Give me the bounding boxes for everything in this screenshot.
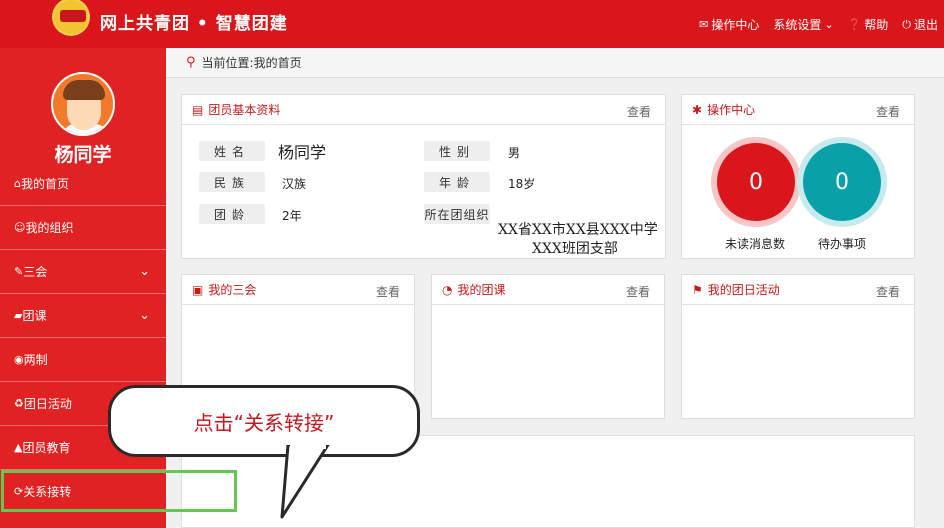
app-title: 网上共青团 • 智慧团建 [100, 14, 288, 34]
name-label: 姓名 [199, 141, 265, 161]
league-logo [52, 0, 90, 36]
chevron-down-icon: ⌄ [824, 18, 834, 31]
calendar-icon: ▣ [192, 282, 204, 297]
org-value-line1: XX省XX市XX县XXX中学 [498, 222, 658, 238]
header-settings[interactable]: 系统设置 ⌄ [773, 16, 833, 33]
question-icon: ❓ [847, 18, 862, 31]
ethnicity-label: 民族 [199, 172, 265, 192]
profile-panel-header: ▤ 团员基本资料 [182, 95, 665, 125]
header-ops-center[interactable]: ✉ 操作中心 [699, 16, 759, 33]
avatar [51, 72, 115, 136]
activity-panel: ⚑ 我的团日活动 查看 [681, 274, 915, 419]
gender-label: 性别 [424, 141, 490, 161]
todo-count-badge[interactable]: 0 [803, 143, 881, 221]
sidebar-item-home[interactable]: ⌂ 我的首页 [0, 161, 166, 205]
id-card-icon: ▤ [192, 102, 204, 117]
top-header: 网上共青团 • 智慧团建 ✉ 操作中心 系统设置 ⌄ ❓ 帮助 ⏻ 退出 [0, 0, 944, 48]
folder-icon: ▰ [14, 309, 23, 322]
power-icon: ⏻ [902, 18, 911, 31]
unread-count-badge[interactable]: 0 [717, 143, 795, 221]
header-nav: ✉ 操作中心 系统设置 ⌄ ❓ 帮助 ⏻ 退出 [699, 16, 938, 33]
ethnicity-value: 汉族 [282, 177, 307, 191]
callout-bubble: 点击“关系转接” [108, 385, 420, 457]
ops-center-panel: ✱ 操作中心 查看 0 未读消息数 0 待办事项 [681, 94, 915, 259]
org-label: 所在团组织 [424, 204, 490, 224]
age-label: 年龄 [424, 172, 490, 192]
unread-label: 未读消息数 [724, 237, 785, 251]
flag-icon: ⚑ [692, 282, 703, 297]
gender-value: 男 [508, 146, 521, 160]
tuanke-view-link[interactable]: 查看 [626, 283, 650, 300]
profile-view-link[interactable]: 查看 [627, 103, 651, 120]
ops-view-link[interactable]: 查看 [876, 103, 900, 120]
header-logout[interactable]: ⏻ 退出 [902, 16, 938, 33]
name-value: 杨同学 [278, 143, 327, 162]
circle-dot-icon: ◉ [14, 353, 24, 366]
graduation-cap-icon: ▲ [14, 441, 23, 454]
league-age-label: 团龄 [199, 204, 265, 224]
sidebar-item-organization[interactable]: ☺ 我的组织 [0, 205, 166, 249]
sidebar-menu: ⌂ 我的首页 ☺ 我的组织 ✎ 三会 ⌄ ▰ 团课 ⌄ ◉ 两制 ♻ 团日活动 ▲ 团员教育 ⟳ 关… [0, 161, 238, 513]
league-age-value: 2年 [282, 209, 302, 223]
header-help[interactable]: ❓ 帮助 [848, 16, 889, 33]
chevron-down-icon: ⌄ [139, 264, 150, 279]
gear-icon: ✱ [692, 102, 703, 117]
age-value: 18岁 [508, 177, 536, 191]
edit-icon: ✎ [14, 265, 24, 278]
sidebar-item-sanhui[interactable]: ✎ 三会 ⌄ [0, 249, 166, 293]
sidebar-item-tuanke[interactable]: ▰ 团课 ⌄ [0, 293, 166, 337]
sanhui-view-link[interactable]: 查看 [376, 283, 400, 300]
tuanke-panel: ◔ 我的团课 查看 [431, 274, 665, 419]
sidebar-item-transfer[interactable]: ⟳ 关系接转 [0, 469, 238, 513]
users-icon: ☺ [14, 221, 26, 234]
rocket-icon: ◔ [442, 282, 453, 297]
breadcrumb: ⚲ 当前位置:我的首页 [166, 48, 944, 78]
org-value-line2: XXX班团支部 [532, 241, 618, 257]
refresh-icon: ⟳ [14, 485, 24, 498]
envelope-icon: ✉ [699, 18, 709, 31]
callout-tail [280, 445, 330, 519]
recycle-icon: ♻ [14, 397, 24, 410]
profile-panel: ▤ 团员基本资料 查看 姓名 杨同学 性别 男 民族 汉族 年龄 18岁 团龄 2… [181, 94, 666, 259]
location-pin-icon: ⚲ [186, 55, 196, 70]
activity-view-link[interactable]: 查看 [876, 283, 900, 300]
chevron-down-icon: ⌄ [139, 308, 150, 323]
todo-label: 待办事项 [817, 237, 866, 251]
sidebar-item-liangzhi[interactable]: ◉ 两制 [0, 337, 166, 381]
home-icon: ⌂ [14, 176, 21, 190]
